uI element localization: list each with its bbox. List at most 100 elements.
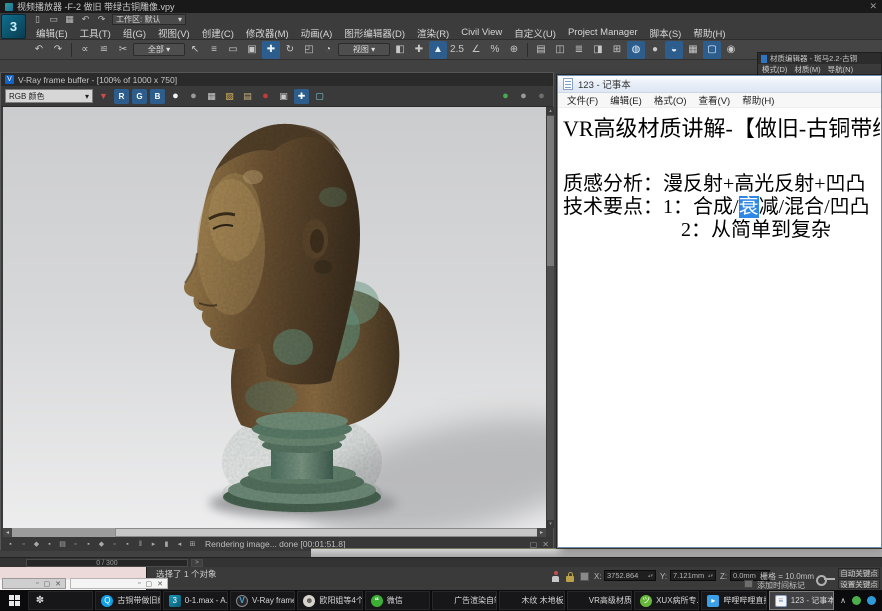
scroll-down-icon[interactable]: ▾	[547, 520, 554, 528]
toolbar-button[interactable]: ◧	[391, 41, 409, 59]
vfb-toolbar-button[interactable]: ●	[258, 89, 273, 104]
vfb-status-icon[interactable]: ▫	[70, 539, 81, 550]
next-frame-button[interactable]: >	[191, 559, 203, 567]
toolbar-button[interactable]: ↷	[49, 41, 67, 59]
horizontal-scrollbar[interactable]: ◂ ▸	[3, 528, 546, 537]
vfb-toolbar-button[interactable]: ▣	[276, 89, 291, 104]
time-slider[interactable]	[311, 548, 882, 557]
vfb-toolbar-button[interactable]: ▼	[96, 89, 111, 104]
y-coordinate-field[interactable]: 7.121mm▴▾	[670, 570, 716, 581]
tray-blue-icon[interactable]	[867, 596, 876, 605]
toolbar-button[interactable]: ▤	[532, 41, 550, 59]
vfb-render-button[interactable]: ●	[516, 89, 531, 104]
toolbar-button[interactable]: ↶	[30, 41, 48, 59]
toolbar-button[interactable]: 全部 ▾	[133, 43, 185, 56]
scrollbar-thumb[interactable]	[547, 116, 554, 266]
menu-item[interactable]: 图形编辑器(D)	[338, 26, 411, 40]
vfb-status-icon[interactable]: ▪	[83, 539, 94, 550]
vfb-toolbar-button[interactable]: ▨	[222, 89, 237, 104]
vfb-status-icon[interactable]: ‖	[135, 539, 146, 550]
material-editor-titlebar[interactable]: 材质编辑器 - 斑马2.2-古铜	[758, 53, 881, 64]
workspace-dropdown[interactable]: 工作区: 默认 ▾	[112, 14, 186, 25]
toolbar-button[interactable]: %	[486, 41, 504, 59]
vfb-toolbar-button[interactable]: ✚	[294, 89, 309, 104]
notepad-titlebar[interactable]: 123 - 记事本	[558, 76, 881, 93]
vfb-toolbar-button[interactable]: ▦	[204, 89, 219, 104]
vfb-status-icon[interactable]: ⊞	[187, 539, 198, 550]
menu-item[interactable]: 渲染(R)	[411, 26, 455, 40]
scroll-right-icon[interactable]: ▸	[537, 528, 546, 537]
toolbar-button[interactable]: ◍	[627, 41, 645, 59]
taskbar-item[interactable]: 木纹 木地板	[499, 591, 564, 610]
vfb-render-button[interactable]: ●	[498, 89, 513, 104]
window-control-icon[interactable]: ✕	[55, 580, 61, 588]
vfb-status-icon[interactable]: ▪	[44, 539, 55, 550]
vfb-toolbar-button[interactable]: ●	[186, 89, 201, 104]
start-button[interactable]	[2, 590, 26, 611]
menu-item[interactable]: 材质(M)	[794, 64, 820, 75]
window-control-icon[interactable]: ▢	[44, 580, 51, 588]
vertical-scrollbar[interactable]: ▴ ▾	[547, 107, 554, 528]
scroll-up-icon[interactable]: ▴	[547, 107, 554, 115]
quick-access-icon[interactable]: ↶	[79, 14, 92, 25]
toolbar-button[interactable]: ◰	[300, 41, 318, 59]
vfb-toolbar-button[interactable]: R	[114, 89, 129, 104]
vfb-titlebar[interactable]: V V-Ray frame buffer - [100% of 1000 x 7…	[1, 73, 553, 86]
spinner-icon[interactable]: ▴▾	[708, 574, 713, 578]
notepad-text-area[interactable]: VR高级材质讲解-【做旧-古铜带绿雕 质感分析：漫反射+高光反射+凹凸 技术要点…	[559, 109, 880, 546]
toolbar-button[interactable]: ≌	[95, 41, 113, 59]
taskbar-item[interactable]: VR高级材质...	[567, 591, 632, 610]
vfb-status-icon[interactable]: ▪	[122, 539, 133, 550]
vfb-status-icon[interactable]: ▤	[57, 539, 68, 550]
toolbar-button[interactable]	[527, 43, 528, 57]
toolbar-button[interactable]: ◫	[551, 41, 569, 59]
taskbar-item[interactable]: Q 古铜带做旧绿...	[95, 591, 160, 610]
menu-item[interactable]: 工具(T)	[74, 26, 117, 40]
menu-item[interactable]: 帮助(H)	[687, 26, 731, 40]
toolbar-button[interactable]: ∠	[467, 41, 485, 59]
taskbar-item[interactable]: ✽	[28, 591, 93, 610]
tray-expand-icon[interactable]: ∧	[840, 596, 846, 605]
toolbar-button[interactable]: 视图 ▾	[338, 43, 390, 56]
set-key-button[interactable]: 设置关键点	[838, 579, 880, 589]
absolute-mode-icon[interactable]	[580, 572, 589, 581]
frame-range-display[interactable]: 0 / 300	[26, 559, 188, 567]
auto-key-button[interactable]: 自动关键点	[838, 568, 880, 578]
toolbar-button[interactable]: ↻	[281, 41, 299, 59]
vfb-render-button[interactable]: ●	[534, 89, 549, 104]
vfb-status-icon[interactable]: ▫	[18, 539, 29, 550]
menu-item[interactable]: 查看(V)	[693, 93, 737, 107]
menu-item[interactable]: 创建(C)	[196, 26, 240, 40]
menu-item[interactable]: Civil View	[455, 27, 508, 38]
taskbar-item[interactable]: ツ XUX病所专...	[634, 591, 699, 610]
toolbar-button[interactable]: ◔	[319, 41, 337, 59]
vfb-status-icon[interactable]: ◂	[174, 539, 185, 550]
vfb-status-icon[interactable]: ▪	[5, 539, 16, 550]
taskbar-item[interactable]: 3 0-1.max - A...	[163, 591, 228, 610]
menu-item[interactable]: 视图(V)	[152, 26, 196, 40]
max-app-logo[interactable]: 3	[1, 14, 26, 39]
toolbar-button[interactable]: ◉	[722, 41, 740, 59]
quick-access-icon[interactable]: ▦	[63, 14, 76, 25]
menu-item[interactable]: 帮助(H)	[736, 93, 780, 107]
vfb-status-icon[interactable]: ▮	[161, 539, 172, 550]
menu-item[interactable]: 编辑(E)	[604, 93, 648, 107]
vfb-status-icon[interactable]: ▫	[109, 539, 120, 550]
isolate-selection-icon[interactable]	[552, 571, 559, 583]
scroll-left-icon[interactable]: ◂	[3, 528, 12, 537]
scrollbar-thumb[interactable]	[115, 528, 545, 537]
quick-access-icon[interactable]: ▯	[31, 14, 44, 25]
window-control-icon[interactable]: ▫	[138, 580, 140, 587]
spinner-icon[interactable]: ▴▾	[648, 574, 653, 578]
toolbar-button[interactable]: ✚	[262, 41, 280, 59]
x-coordinate-field[interactable]: 3752.864▴▾	[604, 570, 656, 581]
vfb-toolbar-button[interactable]: ●	[168, 89, 183, 104]
menu-item[interactable]: 组(G)	[117, 26, 152, 40]
taskbar-item[interactable]: 广告渲染自制...	[432, 591, 497, 610]
menu-item[interactable]: 自定义(U)	[508, 26, 562, 40]
menu-item[interactable]: 编辑(E)	[30, 26, 74, 40]
toolbar-button[interactable]: ◨	[589, 41, 607, 59]
toolbar-button[interactable]: ▣	[243, 41, 261, 59]
window-control-icon[interactable]: ▫	[36, 580, 38, 587]
vfb-status-icon[interactable]: ◆	[96, 539, 107, 550]
